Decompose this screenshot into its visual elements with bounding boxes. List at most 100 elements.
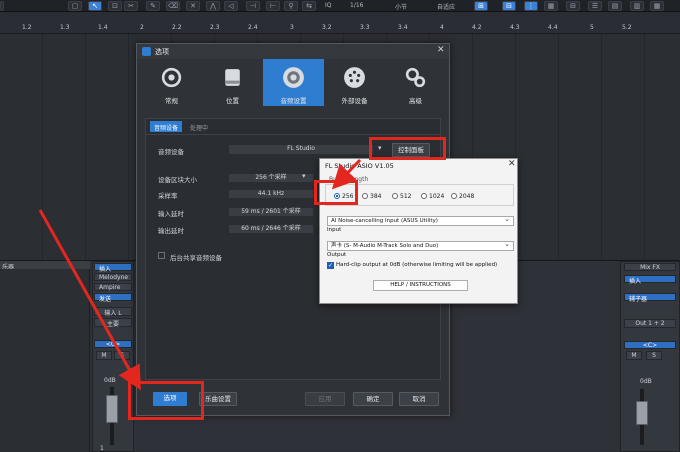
audio-device-label: 音频设备 [158,148,184,156]
output-latency-value: 60 ms / 2646 个采样 [228,224,314,234]
split-tool-icon[interactable]: ✂ [124,1,138,11]
mute-button[interactable]: M [96,351,112,360]
arrow-tool-icon[interactable]: ↖ [88,1,102,11]
list-icon[interactable]: ☰ [588,1,602,11]
ruler-tick: 5 [590,24,594,31]
dialog-titlebar: 选项 ✕ [137,44,449,59]
buffer-option-1024[interactable]: 1024 [421,193,444,200]
fader-handle[interactable] [106,395,118,423]
pattern-icon[interactable]: ▥ [630,1,644,11]
device-select[interactable]: AI Noise-cancelling Input (ASUS Utility) [327,215,514,226]
midi-icon [344,67,365,88]
edit-icon[interactable]: ▤ [608,1,622,11]
tab-processing[interactable]: 处理中 [186,121,212,132]
insert-slot[interactable]: Ampire [94,283,132,291]
background-share-label: 后台共享音频设备 [170,254,222,262]
top-toolbar: ▢ ↖ ⊡ ✂ ✎ ⌫ ✕ ⋀ ◁ ⊣ ⊢ ⚲ ⇆ IQ 1/16 小节 自适应… [0,0,680,12]
loop-icon[interactable]: ⊟ [566,1,580,11]
right-pan-control[interactable]: <C> [624,341,676,349]
inserts-header[interactable]: 插入 [94,263,132,273]
right-inserts-header[interactable]: 插入 [624,275,676,285]
time-stretch-icon[interactable]: ⇆ [302,1,316,11]
browser-icon[interactable]: ▦ [650,1,664,11]
help-instructions-button[interactable]: HELP / INSTRUCTIONS [373,280,468,291]
input-select[interactable]: 声卡 (S- M-Audio M-Track Solo and Duo) [327,240,514,251]
close-icon[interactable]: ✕ [508,159,516,169]
zoom-icon[interactable]: ⚲ [284,1,298,11]
snap-adapt[interactable]: 自适应 [437,2,455,11]
ok-button[interactable]: 确定 [353,392,393,406]
iq-label[interactable]: IQ [325,2,332,9]
buffer-option-384[interactable]: 384 [362,193,381,200]
tab-audio-device[interactable]: 音频设备 [150,121,183,132]
close-icon[interactable]: ✕ [437,45,445,55]
audio-device-select[interactable]: FL Studio [228,144,374,155]
drive-icon [225,69,240,86]
ruler-tick: 3.2 [322,24,332,31]
snap-toggle-icon[interactable]: ⊞ [474,1,488,11]
right-solo-button[interactable]: S [646,351,662,360]
ruler-tick: 4 [440,24,444,31]
block-size-label: 设备区块大小 [158,176,197,184]
input-selector[interactable]: 输入 L [94,307,132,317]
chevron-down-icon[interactable]: ▾ [302,172,306,180]
mix-fx-label[interactable]: Mix FX [624,263,676,271]
grid-icon[interactable]: ⋮ [524,1,538,11]
category-external-devices[interactable]: 外部设备 [324,59,385,106]
highlight-buffer-256 [314,180,358,205]
follow-icon[interactable]: ▦ [544,1,558,11]
cancel-button[interactable]: 取消 [399,392,439,406]
buffer-option-2048[interactable]: 2048 [451,193,474,200]
pan-control[interactable]: <C> [94,340,132,348]
hard-clip-checkbox[interactable]: ✓ [327,262,334,269]
insert-slot[interactable]: Melodyne [94,273,132,281]
range-tool-icon[interactable]: ⊡ [108,1,122,11]
ruler-tick: 4.3 [510,24,520,31]
volume-readout: 0dB [104,377,116,384]
toolbar-button[interactable]: ▢ [68,1,82,11]
sends-header[interactable]: 发送 [94,293,132,303]
mute-tool-icon[interactable]: ✕ [186,1,200,11]
output-routing[interactable]: Out 1 + 2 [624,319,676,328]
ruler-tick: 2.4 [248,24,258,31]
category-locations[interactable]: 位置 [202,59,263,106]
right-mute-button[interactable]: M [626,351,642,360]
gear-icon [161,67,182,88]
right-sends-header[interactable]: 辅子器 [624,293,676,303]
snap-mode[interactable]: 小节 [395,2,407,11]
asio-title: FL Studio ASIO V1.05 [325,162,394,170]
ruler-tick: 1.2 [22,24,32,31]
output-selector[interactable]: 主要 [94,318,132,328]
quantize-icon[interactable]: ⊟ [502,1,516,11]
right-volume-readout: 0dB [640,378,652,385]
listen-tool-icon[interactable]: ◁ [224,1,238,11]
speaker-icon [283,67,304,88]
audio-bend-icon[interactable]: ⊣ [246,1,260,11]
category-label: 常规 [165,97,178,105]
snap-value[interactable]: 1/16 [350,2,363,9]
category-label: 音频设置 [280,97,307,105]
right-fader-handle[interactable] [636,401,648,425]
pencil-tool-icon[interactable]: ✎ [146,1,160,11]
category-advanced[interactable]: 高级 [385,59,446,106]
ruler-tick: 3.3 [360,24,370,31]
category-label: 位置 [226,97,239,105]
eraser-tool-icon[interactable]: ⌫ [166,1,180,11]
gears-icon [405,67,426,88]
bend-tool-icon[interactable]: ⋀ [206,1,220,11]
ruler-tick: 4.4 [548,24,558,31]
solo-button[interactable]: S [114,351,130,360]
apply-button[interactable]: 应用 [305,392,345,406]
category-general[interactable]: 常规 [141,59,202,106]
transient-icon[interactable]: ⊢ [266,1,280,11]
category-audio-setup[interactable]: 音频设置 [263,59,324,106]
buffer-option-512[interactable]: 512 [392,193,411,200]
instrument-panel [0,269,90,452]
song-settings-button[interactable]: 乐曲设置 [199,392,237,406]
input-latency-label: 输入延时 [158,210,184,218]
background-share-checkbox[interactable] [158,252,165,259]
ruler-tick: 3 [290,24,294,31]
sample-rate-value: 44.1 kHz [228,189,314,199]
timeline-ruler[interactable]: 1.2 1.3 1.4 2 2.2 2.3 2.4 3 3.2 3.3 3.4 … [0,12,680,34]
ruler-tick: 5.2 [622,24,632,31]
